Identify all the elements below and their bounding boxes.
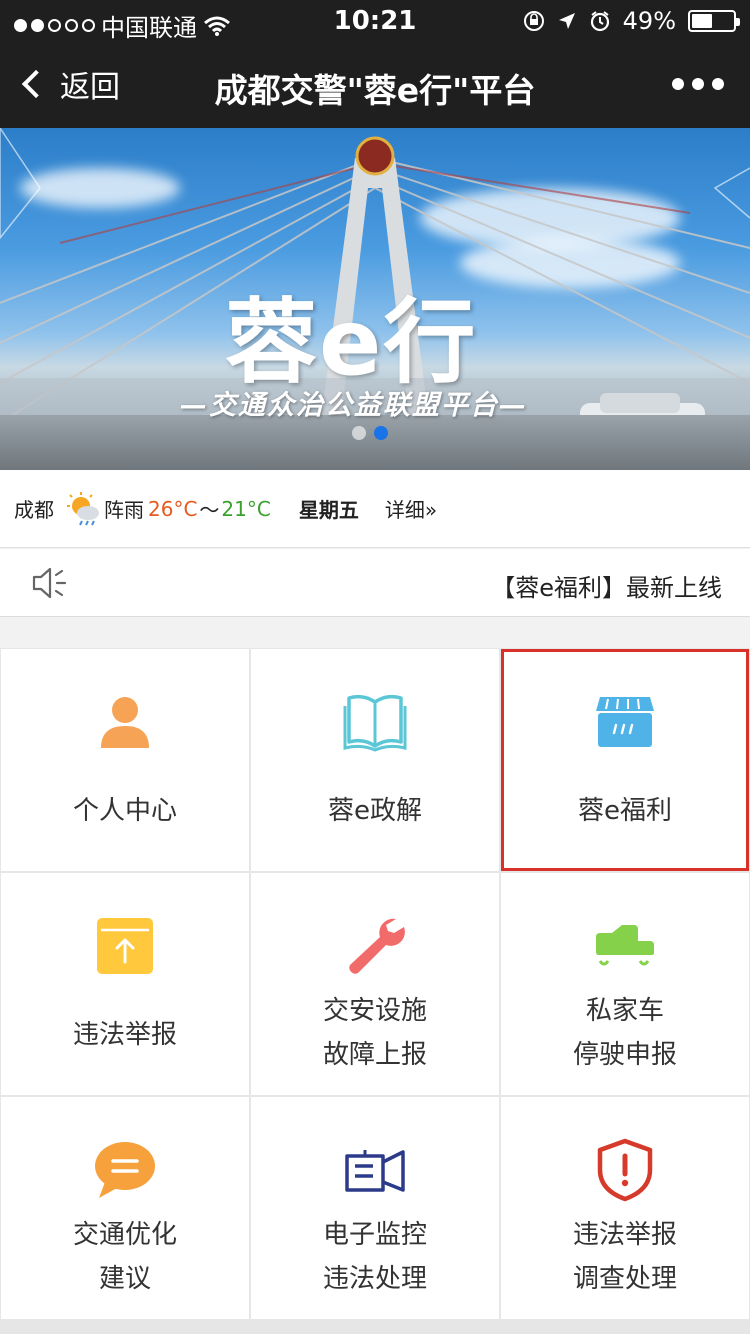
grid-item-label-line2: 调查处理 xyxy=(572,1264,677,1294)
announcement-bar[interactable]: 【蓉e福利】最新上线 xyxy=(0,549,750,617)
alarm-icon xyxy=(590,11,609,32)
carousel-dot-active[interactable] xyxy=(374,426,388,440)
location-arrow-icon xyxy=(558,13,575,29)
battery-icon xyxy=(688,10,740,32)
top-bar: 中国联通 10:21 49% 返回 成都交警"蓉e行"平台 xyxy=(0,0,750,128)
upload-box-icon xyxy=(97,918,153,974)
grid-item-label-line1: 私家车 xyxy=(585,996,664,1026)
weather-bar: 成都 阵雨 26°C ～ 21°C 星期五 详细» xyxy=(0,470,750,548)
weather-condition: 阵雨 xyxy=(104,498,144,522)
banner-logo: 蓉e行 xyxy=(225,289,478,396)
grid-item-label-line1: 违法举报 xyxy=(572,1220,677,1250)
grid-item-label: 个人中心 xyxy=(72,796,177,826)
announcement-text: 【蓉e福利】最新上线 xyxy=(491,574,722,602)
grid-item-label-line1: 交安设施 xyxy=(322,996,427,1026)
carousel-dot[interactable] xyxy=(352,426,366,440)
shower-weather-icon xyxy=(67,491,99,525)
banner-carousel[interactable]: 蓉e行 —交通众治公益联盟平台— xyxy=(0,128,750,470)
carousel-indicator xyxy=(352,426,388,440)
grid-item-label: 蓉e政解 xyxy=(328,796,422,826)
grid-item-policy[interactable]: 蓉e政解 xyxy=(251,649,499,871)
grid-item-traffic-suggestion[interactable]: 交通优化 建议 xyxy=(1,1097,249,1319)
weather-city: 成都 xyxy=(14,498,54,522)
grid-item-violation-report[interactable]: 违法举报 xyxy=(1,873,249,1095)
grid-item-facility-fault[interactable]: 交安设施 故障上报 xyxy=(251,873,499,1095)
grid-item-label: 违法举报 xyxy=(72,1020,177,1050)
banner-slogan: —交通众治公益联盟平台— xyxy=(180,390,528,421)
grid-item-label: 蓉e福利 xyxy=(578,796,672,826)
camera-icon xyxy=(345,1150,405,1192)
wrench-icon xyxy=(349,918,405,974)
weather-detail-link[interactable]: 详细» xyxy=(385,494,437,523)
grid-item-label-line2: 建议 xyxy=(98,1264,151,1294)
shield-alert-icon xyxy=(597,1138,653,1202)
function-grid: 个人中心 蓉e政解 蓉e福利 违法举报 交安设施 故障上报 私家车 停驶申报 交… xyxy=(0,648,750,1334)
grid-item-label: 交通优化 建议 xyxy=(1,1213,249,1301)
grid-item-label-line1: 交通优化 xyxy=(72,1220,177,1250)
status-bar: 中国联通 10:21 49% xyxy=(0,0,750,42)
grid-item-label: 违法举报 调查处理 xyxy=(501,1213,749,1301)
grid-item-label-line2: 故障上报 xyxy=(322,1040,427,1070)
grid-item-label: 私家车 停驶申报 xyxy=(501,989,749,1077)
temperature-high: 26°C xyxy=(148,496,198,521)
grid-item-investigation[interactable]: 违法举报 调查处理 xyxy=(501,1097,749,1319)
grid-item-label: 电子监控 违法处理 xyxy=(251,1213,499,1301)
battery-percent: 49% xyxy=(622,7,676,35)
grid-item-label: 交安设施 故障上报 xyxy=(251,989,499,1077)
page-title: 成都交警"蓉e行"平台 xyxy=(214,71,536,110)
more-options-button[interactable] xyxy=(672,78,724,90)
rotation-lock-icon xyxy=(523,11,544,31)
weekday: 星期五 xyxy=(298,498,359,522)
grid-item-car-suspension[interactable]: 私家车 停驶申报 xyxy=(501,873,749,1095)
grid-item-e-monitoring[interactable]: 电子监控 违法处理 xyxy=(251,1097,499,1319)
navigation-bar: 返回 成都交警"蓉e行"平台 xyxy=(0,42,750,128)
book-icon xyxy=(343,694,407,752)
car-icon xyxy=(596,925,654,966)
grid-item-label-line2: 停驶申报 xyxy=(572,1040,677,1070)
person-icon xyxy=(101,697,149,748)
store-icon xyxy=(596,697,654,747)
grid-item-personal-center[interactable]: 个人中心 xyxy=(1,649,249,871)
temperature-separator: ～ xyxy=(199,498,220,522)
grid-item-label-line2: 违法处理 xyxy=(322,1264,427,1294)
temperature-low: 21°C xyxy=(221,496,271,521)
speaker-icon xyxy=(32,567,67,599)
chat-bubble-icon xyxy=(95,1142,155,1198)
grid-item-label-line1: 电子监控 xyxy=(322,1220,427,1250)
grid-item-welfare[interactable]: 蓉e福利 xyxy=(501,649,749,871)
